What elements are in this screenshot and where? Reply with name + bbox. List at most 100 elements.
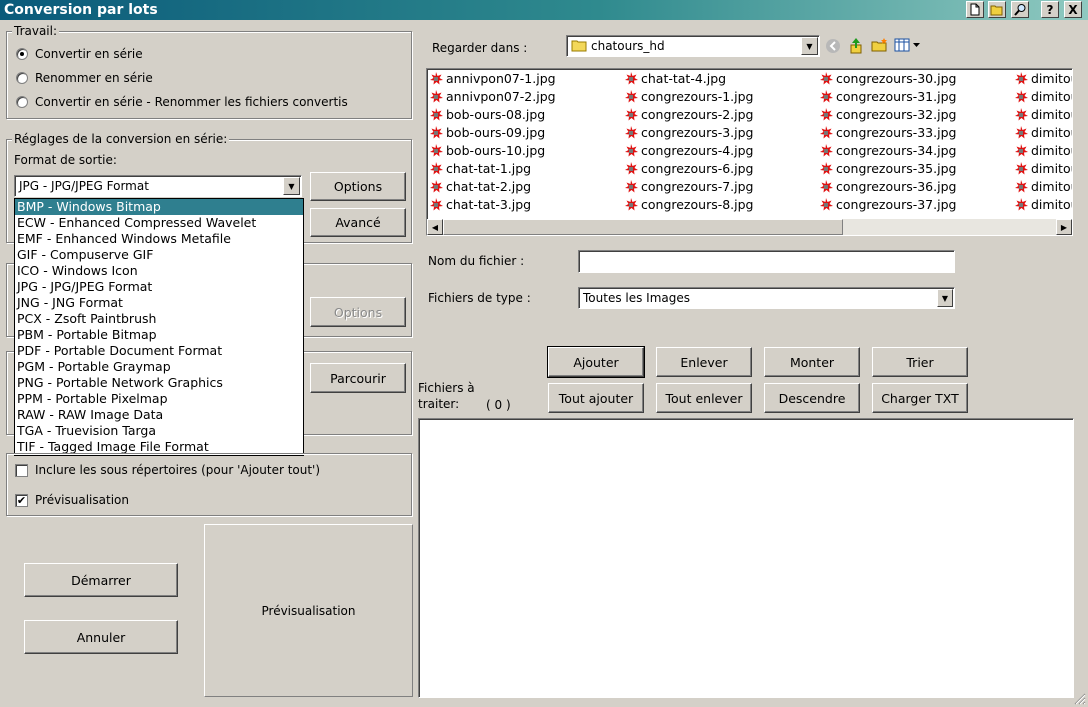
move-up-button[interactable]: Monter <box>764 347 860 377</box>
new-doc-icon[interactable] <box>966 1 984 18</box>
format-option-ecw[interactable]: ECW - Enhanced Compressed Wavelet <box>15 215 303 231</box>
file-item[interactable]: congrezours-3.jpg <box>624 124 754 142</box>
filename-input[interactable] <box>578 250 955 273</box>
options-disabled-button[interactable]: Options <box>310 297 406 327</box>
filetype-select[interactable]: Toutes les Images ▼ <box>578 287 955 309</box>
file-item[interactable]: dimitou <box>1014 70 1072 88</box>
browse-button[interactable]: Parcourir <box>310 363 406 393</box>
format-option-raw[interactable]: RAW - RAW Image Data <box>15 407 303 423</box>
radio-rename-label[interactable]: Renommer en série <box>35 70 153 86</box>
preview-checkbox[interactable]: ✔ <box>15 494 28 507</box>
load-txt-button[interactable]: Charger TXT <box>872 383 968 413</box>
format-option-bmp[interactable]: BMP - Windows Bitmap <box>15 199 303 215</box>
format-option-emf[interactable]: EMF - Enhanced Windows Metafile <box>15 231 303 247</box>
radio-convert-rename[interactable] <box>16 96 28 108</box>
chevron-down-icon[interactable]: ▼ <box>283 177 300 195</box>
file-item[interactable]: congrezours-2.jpg <box>624 106 754 124</box>
file-item[interactable]: congrezours-1.jpg <box>624 88 754 106</box>
format-option-ppm[interactable]: PPM - Portable Pixelmap <box>15 391 303 407</box>
image-file-icon <box>625 108 638 121</box>
sort-button[interactable]: Trier <box>872 347 968 377</box>
file-item[interactable]: congrezours-4.jpg <box>624 142 754 160</box>
up-folder-icon[interactable] <box>848 37 864 54</box>
file-item[interactable]: congrezours-37.jpg <box>819 196 956 214</box>
queue-list[interactable] <box>418 418 1074 698</box>
file-item[interactable]: annivpon07-1.jpg <box>429 70 556 88</box>
file-item[interactable]: bob-ours-09.jpg <box>429 124 545 142</box>
resize-grip-icon[interactable] <box>1073 692 1086 705</box>
file-item[interactable]: chat-tat-3.jpg <box>429 196 531 214</box>
format-select[interactable]: JPG - JPG/JPEG Format ▼ <box>14 175 302 197</box>
file-item[interactable]: chat-tat-1.jpg <box>429 160 531 178</box>
file-item[interactable]: dimitou <box>1014 160 1072 178</box>
format-option-jpg[interactable]: JPG - JPG/JPEG Format <box>15 279 303 295</box>
chevron-down-icon[interactable]: ▼ <box>937 289 953 307</box>
new-folder-icon[interactable] <box>871 37 889 53</box>
file-item[interactable]: congrezours-32.jpg <box>819 106 956 124</box>
back-icon[interactable] <box>825 38 841 54</box>
horizontal-scrollbar[interactable]: ◀ ▶ <box>427 219 1072 235</box>
remove-all-button[interactable]: Tout enlever <box>656 383 752 413</box>
radio-rename[interactable] <box>16 72 28 84</box>
file-list[interactable]: annivpon07-1.jpg annivpon07-2.jpg bob-ours… <box>426 68 1073 236</box>
move-down-button[interactable]: Descendre <box>764 383 860 413</box>
file-item[interactable]: dimitou <box>1014 88 1072 106</box>
close-button[interactable]: X <box>1064 1 1082 18</box>
magnifier-icon[interactable] <box>1011 1 1029 18</box>
folder-open-icon[interactable] <box>988 1 1006 18</box>
preview-checkbox-label[interactable]: Prévisualisation <box>35 492 129 508</box>
format-option-png[interactable]: PNG - Portable Network Graphics <box>15 375 303 391</box>
file-item[interactable]: congrezours-6.jpg <box>624 160 754 178</box>
image-file-icon <box>1015 90 1028 103</box>
radio-convert-rename-label[interactable]: Convertir en série - Renommer les fichie… <box>35 94 348 110</box>
format-option-pdf[interactable]: PDF - Portable Document Format <box>15 343 303 359</box>
file-item[interactable]: dimitou <box>1014 106 1072 124</box>
advanced-button[interactable]: Avancé <box>310 208 406 237</box>
scroll-right-icon[interactable]: ▶ <box>1056 219 1072 235</box>
format-option-gif[interactable]: GIF - Compuserve GIF <box>15 247 303 263</box>
format-option-jng[interactable]: JNG - JNG Format <box>15 295 303 311</box>
radio-convert-label[interactable]: Convertir en série <box>35 46 143 62</box>
file-item[interactable]: congrezours-7.jpg <box>624 178 754 196</box>
scrollbar-thumb[interactable] <box>443 219 843 235</box>
subdirs-label[interactable]: Inclure les sous répertoires (pour 'Ajou… <box>35 462 320 478</box>
format-dropdown-list[interactable]: BMP - Windows Bitmap ECW - Enhanced Comp… <box>14 198 304 456</box>
options-button[interactable]: Options <box>310 172 406 201</box>
file-item[interactable]: congrezours-33.jpg <box>819 124 956 142</box>
file-name: bob-ours-09.jpg <box>446 125 546 140</box>
file-item[interactable]: dimitou <box>1014 124 1072 142</box>
subdirs-checkbox[interactable] <box>15 464 28 477</box>
file-item[interactable]: congrezours-8.jpg <box>624 196 754 214</box>
remove-button[interactable]: Enlever <box>656 347 752 377</box>
start-button[interactable]: Démarrer <box>24 563 178 597</box>
file-item[interactable]: congrezours-30.jpg <box>819 70 956 88</box>
add-all-button[interactable]: Tout ajouter <box>548 383 644 413</box>
file-item[interactable]: congrezours-36.jpg <box>819 178 956 196</box>
help-button[interactable]: ? <box>1041 1 1059 18</box>
file-item[interactable]: bob-ours-10.jpg <box>429 142 545 160</box>
view-menu-icon[interactable] <box>894 38 922 52</box>
format-option-ico[interactable]: ICO - Windows Icon <box>15 263 303 279</box>
cancel-button[interactable]: Annuler <box>24 620 178 654</box>
format-option-pgm[interactable]: PGM - Portable Graymap <box>15 359 303 375</box>
look-in-select[interactable]: chatours_hd ▼ <box>566 35 820 57</box>
file-item[interactable]: bob-ours-08.jpg <box>429 106 545 124</box>
file-item[interactable]: chat-tat-4.jpg <box>624 70 726 88</box>
file-item[interactable]: congrezours-31.jpg <box>819 88 956 106</box>
file-name: congrezours-35.jpg <box>836 161 957 176</box>
format-option-tga[interactable]: TGA - Truevision Targa <box>15 423 303 439</box>
radio-convert[interactable] <box>16 48 28 60</box>
file-item[interactable]: congrezours-34.jpg <box>819 142 956 160</box>
file-item[interactable]: chat-tat-2.jpg <box>429 178 531 196</box>
file-item[interactable]: dimitou <box>1014 178 1072 196</box>
file-item[interactable]: congrezours-35.jpg <box>819 160 956 178</box>
file-item[interactable]: dimitou <box>1014 196 1072 214</box>
format-option-pcx[interactable]: PCX - Zsoft Paintbrush <box>15 311 303 327</box>
scroll-left-icon[interactable]: ◀ <box>427 219 443 235</box>
chevron-down-icon[interactable]: ▼ <box>801 37 818 55</box>
add-button[interactable]: Ajouter <box>547 346 645 378</box>
image-file-icon <box>820 90 833 103</box>
file-item[interactable]: annivpon07-2.jpg <box>429 88 556 106</box>
file-item[interactable]: dimitou <box>1014 142 1072 160</box>
format-option-pbm[interactable]: PBM - Portable Bitmap <box>15 327 303 343</box>
